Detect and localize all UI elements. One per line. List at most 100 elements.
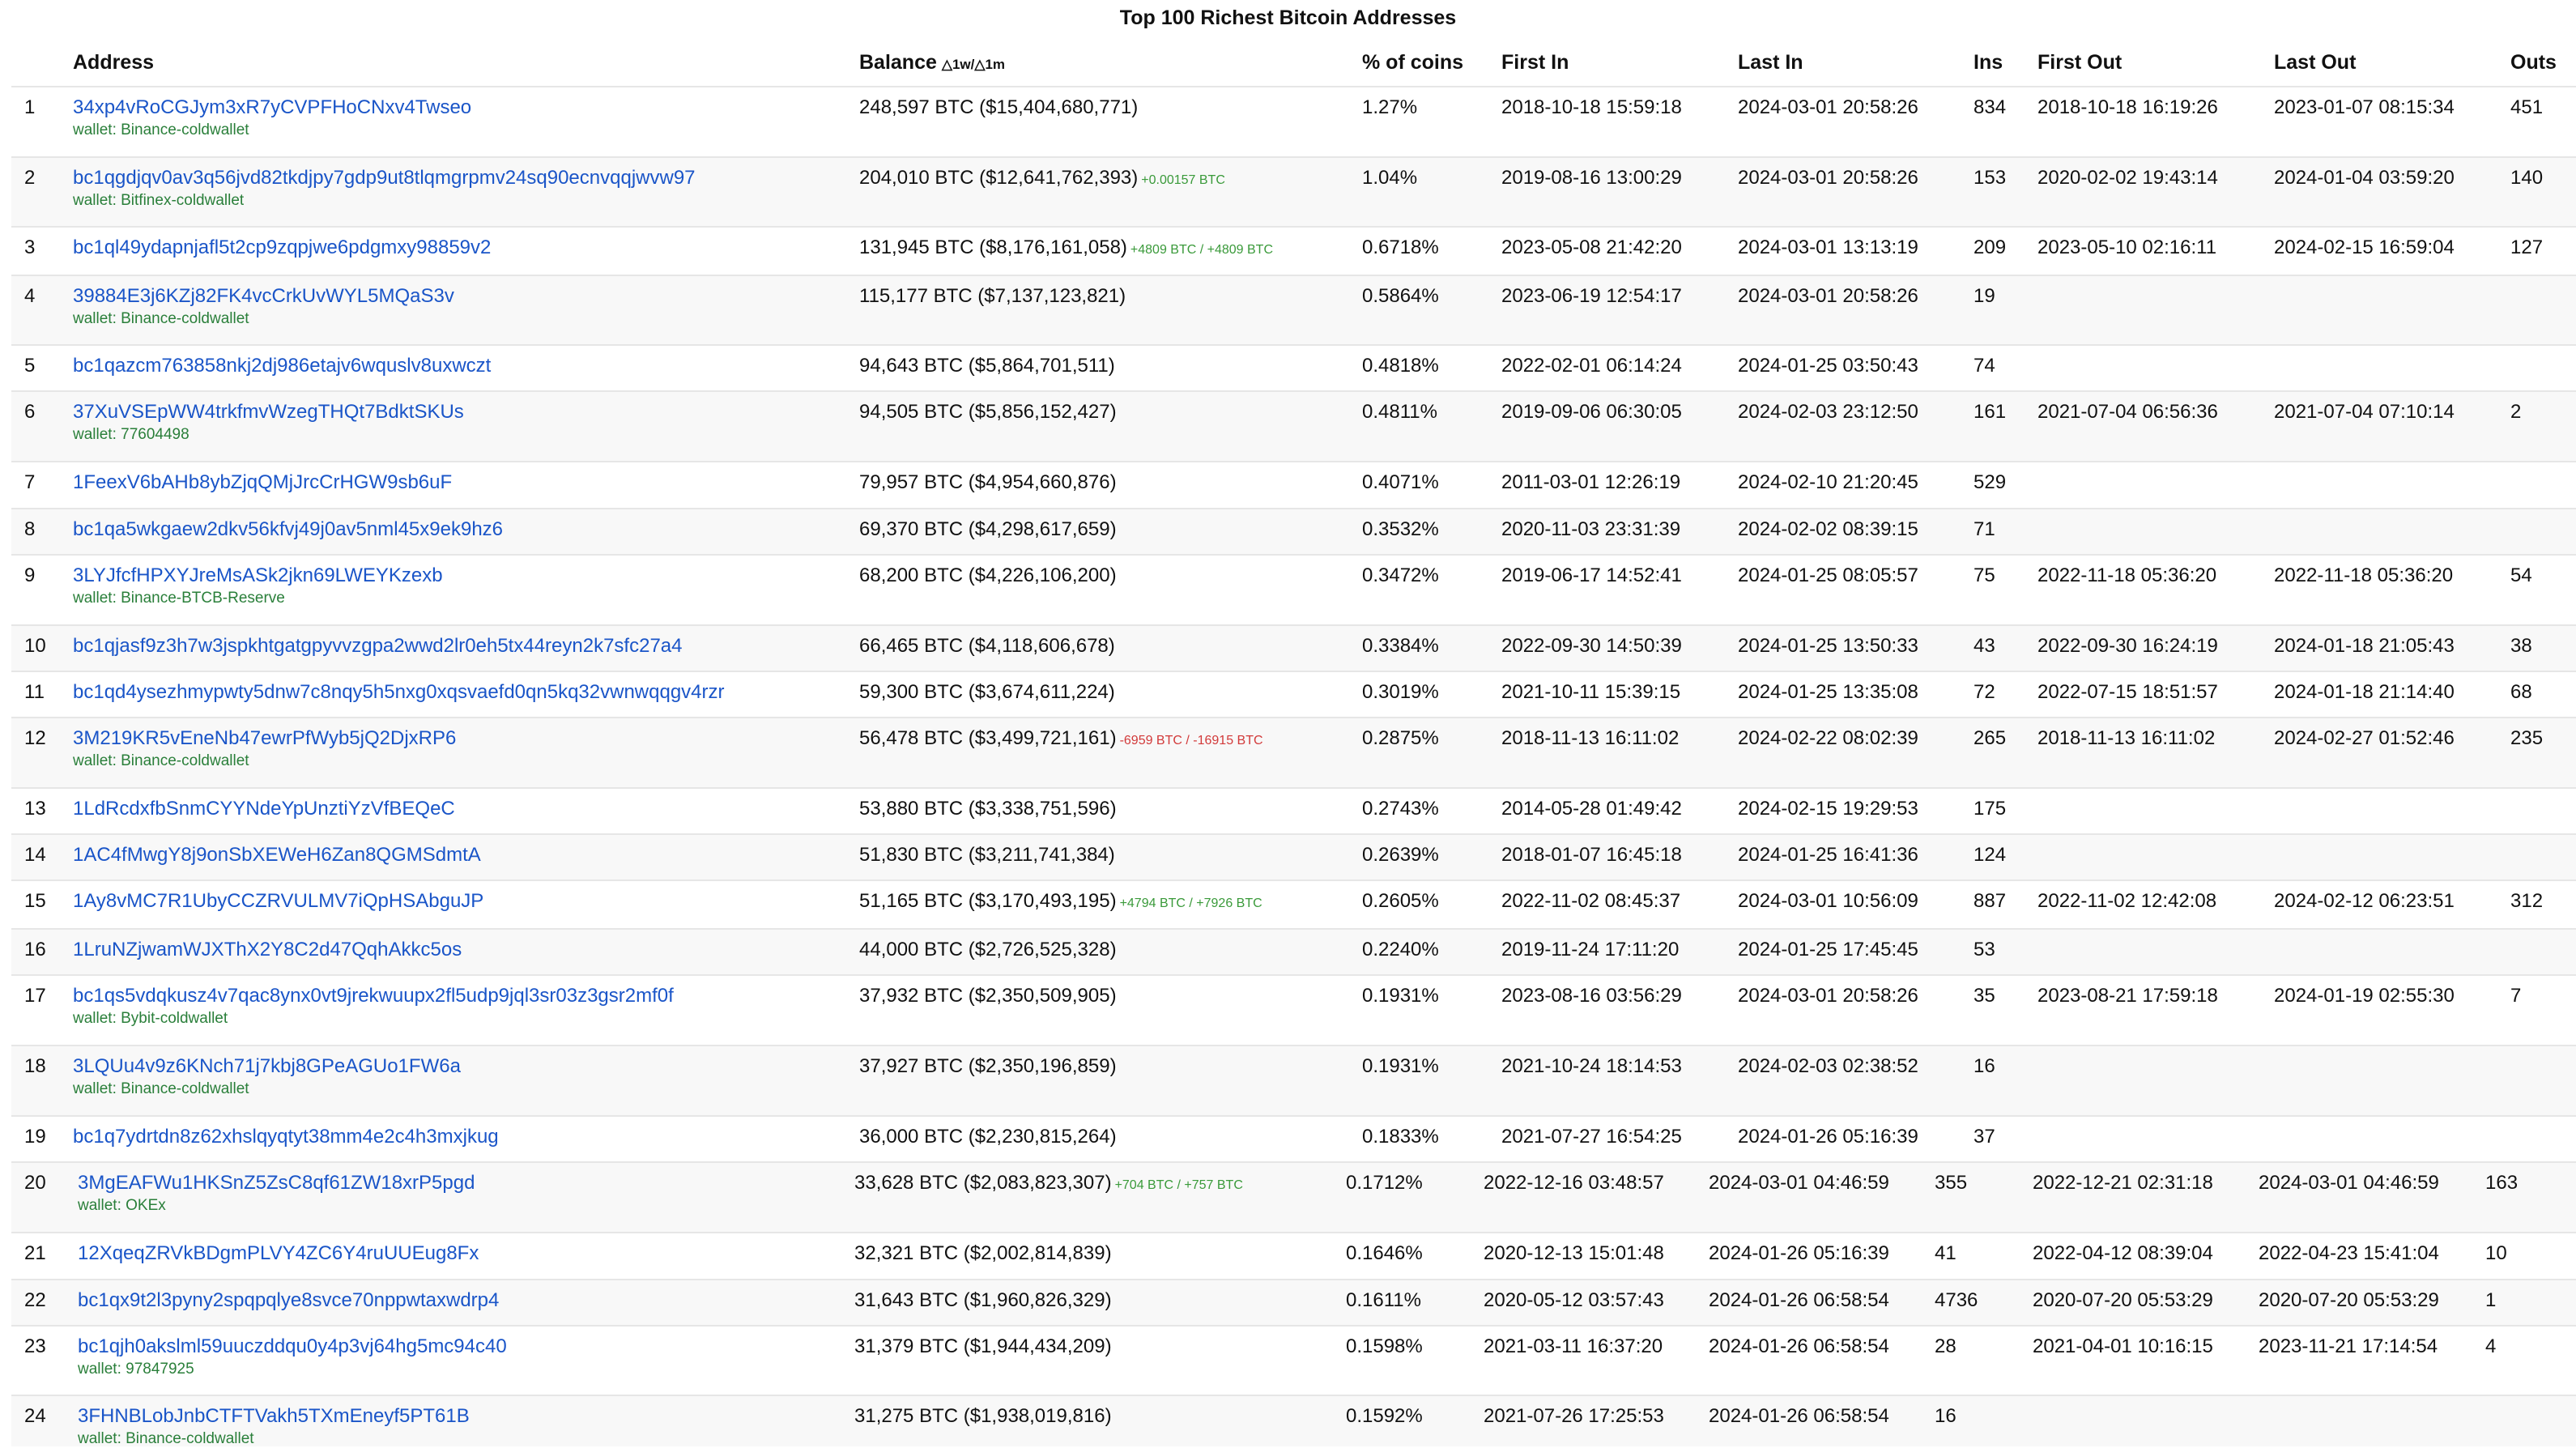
last-in-cell: 2024-02-10 21:20:45	[1738, 471, 1918, 493]
last-in-cell: 2024-01-26 05:16:39	[1709, 1242, 1889, 1264]
address-link[interactable]: bc1ql49ydapnjafl5t2cp9zqpjwe6pdgmxy98859…	[73, 236, 491, 260]
col-header-outs: Outs	[2510, 51, 2557, 74]
row-divider	[11, 156, 2576, 158]
last-out-cell: 2024-02-27 01:52:46	[2274, 727, 2455, 749]
first-in-cell: 2020-11-03 23:31:39	[1501, 518, 1681, 540]
address-link[interactable]: 3FHNBLobJnbCTFTVakh5TXmEneyf5PT61B	[78, 1404, 470, 1429]
last-in-cell: 2024-01-25 03:50:43	[1738, 355, 1918, 377]
rank-cell: 21	[24, 1242, 46, 1264]
first-in-cell: 2021-10-11 15:39:15	[1501, 681, 1681, 703]
rank-cell: 23	[24, 1335, 46, 1357]
balance-cell: 31,275 BTC ($1,938,019,816)	[854, 1404, 1112, 1429]
address-link[interactable]: 34xp4vRoCGJym3xR7yCVPFHoCNxv4Twseo	[73, 96, 471, 120]
col-header-last-in: Last In	[1738, 51, 1803, 74]
pct-cell: 0.3532%	[1362, 518, 1439, 540]
col-header-balance: Balance △1w/△1m	[859, 49, 1005, 84]
table-row: 21 12XqeqZRVkBDgmPLVY4ZC6Y4ruUUEug8Fx 32,3…	[11, 1232, 2576, 1279]
address-link[interactable]: 1Ay8vMC7R1UbyCCZRVULMV7iQpHSAbguJP	[73, 889, 483, 914]
first-in-cell: 2020-05-12 03:57:43	[1484, 1289, 1664, 1311]
pct-cell: 0.5864%	[1362, 285, 1439, 307]
ins-cell: 887	[1974, 890, 2007, 912]
pct-cell: 0.2743%	[1362, 798, 1439, 820]
address-link[interactable]: bc1qs5vdqkusz4v7qac8ynx0vt9jrekwuupx2fl5…	[73, 984, 674, 1008]
rank-cell: 4	[24, 285, 36, 307]
rank-cell: 22	[24, 1289, 46, 1311]
address-link[interactable]: bc1qa5wkgaew2dkv56kfvj49j0av5nml45x9ek9h…	[73, 517, 503, 542]
balance-cell: 59,300 BTC ($3,674,611,224)	[859, 680, 1115, 705]
row-divider	[11, 1279, 2576, 1280]
first-out-cell: 2022-09-30 16:24:19	[2037, 635, 2218, 657]
last-out-cell: 2024-02-15 16:59:04	[2274, 236, 2455, 258]
wallet-label: wallet: Binance-coldwallet	[73, 1080, 249, 1097]
table-row: 8 bc1qa5wkgaew2dkv56kfvj49j0av5nml45x9ek9…	[11, 508, 2576, 554]
balance-cell: 79,957 BTC ($4,954,660,876)	[859, 471, 1117, 495]
ins-cell: 43	[1974, 635, 1995, 657]
address-link[interactable]: 3MgEAFWu1HKSnZ5ZsC8qf61ZW18xrP5pgd	[78, 1171, 475, 1195]
last-out-cell: 2022-04-23 15:41:04	[2259, 1242, 2439, 1264]
last-in-cell: 2024-02-15 19:29:53	[1738, 798, 1918, 820]
balance-cell: 36,000 BTC ($2,230,815,264)	[859, 1125, 1117, 1149]
balance-cell: 44,000 BTC ($2,726,525,328)	[859, 938, 1117, 962]
balance-cell: 131,945 BTC ($8,176,161,058) +4809 BTC / …	[859, 236, 1273, 262]
col-header-first-in: First In	[1501, 51, 1569, 74]
ins-cell: 161	[1974, 401, 2007, 423]
address-link[interactable]: 1LdRcdxfbSnmCYYNdeYpUnztiYzVfBEQeC	[73, 797, 455, 821]
page: Top 100 Richest Bitcoin Addresses Addres…	[0, 0, 2576, 1447]
ins-cell: 16	[1974, 1055, 1995, 1077]
table-row: 4 39884E3j6KZj82FK4vcCrkUvWYL5MQaS3v walle…	[11, 275, 2576, 344]
address-link[interactable]: bc1qgdjqv0av3q56jvd82tkdjpy7gdp9ut8tlqmg…	[73, 166, 696, 190]
table-row: 12 3M219KR5vEneNb47ewrPfWyb5jQ2DjxRP6 wall…	[11, 717, 2576, 787]
balance-cell: 248,597 BTC ($15,404,680,771)	[859, 96, 1138, 120]
rank-cell: 12	[24, 727, 46, 749]
rank-cell: 10	[24, 635, 46, 657]
balance-value: 44,000 BTC ($2,726,525,328)	[859, 939, 1117, 960]
wallet-label: wallet: 97847925	[78, 1361, 194, 1378]
address-link[interactable]: bc1qjh0akslml59uuczddqu0y4p3vj64hg5mc94c…	[78, 1335, 507, 1359]
balance-value: 248,597 BTC ($15,404,680,771)	[859, 96, 1139, 118]
balance-value: 66,465 BTC ($4,118,606,678)	[859, 635, 1115, 657]
pct-cell: 0.1592%	[1346, 1405, 1423, 1427]
table-row: 10 bc1qjasf9z3h7w3jspkhtgatgpyvvzgpa2wwd2…	[11, 624, 2576, 671]
balance-cell: 31,643 BTC ($1,960,826,329)	[854, 1288, 1112, 1313]
col-header-balance-label: Balance	[859, 51, 937, 74]
address-link[interactable]: bc1qjasf9z3h7w3jspkhtgatgpyvvzgpa2wwd2lr…	[73, 634, 682, 658]
table-row: 16 1LruNZjwamWJXThX2Y8C2d47QqhAkkc5os 44,0…	[11, 928, 2576, 974]
balance-value: 37,927 BTC ($2,350,196,859)	[859, 1055, 1117, 1077]
first-in-cell: 2018-11-13 16:11:02	[1501, 727, 1680, 749]
rank-cell: 19	[24, 1126, 46, 1148]
balance-cell: 33,628 BTC ($2,083,823,307) +704 BTC / +7…	[854, 1171, 1243, 1198]
address-link[interactable]: 1LruNZjwamWJXThX2Y8C2d47QqhAkkc5os	[73, 938, 462, 962]
outs-cell: 163	[2485, 1172, 2519, 1194]
address-link[interactable]: bc1qx9t2l3pyny2spqpqlye8svce70nppwtaxwdr…	[78, 1288, 499, 1313]
col-header-balance-delta: △1w/△1m	[941, 57, 1006, 72]
address-link[interactable]: 3M219KR5vEneNb47ewrPfWyb5jQ2DjxRP6	[73, 726, 456, 751]
first-in-cell: 2019-08-16 13:00:29	[1501, 167, 1682, 189]
address-link[interactable]: bc1qd4ysezhmypwty5dnw7c8nqy5h5nxg0xqsvae…	[73, 680, 725, 705]
balance-delta: +4809 BTC / +4809 BTC	[1130, 243, 1274, 257]
row-divider	[11, 1161, 2576, 1163]
address-link[interactable]: 1FeexV6bAHb8ybZjqQMjJrcCrHGW9sb6uF	[73, 471, 452, 495]
last-in-cell: 2024-01-26 06:58:54	[1709, 1335, 1889, 1357]
last-in-cell: 2024-03-01 20:58:26	[1738, 167, 1918, 189]
balance-cell: 66,465 BTC ($4,118,606,678)	[859, 634, 1115, 658]
first-in-cell: 2020-12-13 15:01:48	[1484, 1242, 1664, 1264]
outs-cell: 10	[2485, 1242, 2507, 1264]
ins-cell: 4736	[1935, 1289, 1978, 1311]
balance-cell: 51,830 BTC ($3,211,741,384)	[859, 843, 1115, 867]
address-link[interactable]: 3LQUu4v9z6KNch71j7kbj8GPeAGUo1FW6a	[73, 1054, 461, 1079]
rank-cell: 14	[24, 844, 46, 866]
address-link[interactable]: 1AC4fMwgY8j9onSbXEWeH6Zan8QGMSdmtA	[73, 843, 481, 867]
row-divider	[11, 624, 2576, 626]
address-link[interactable]: 3LYJfcfHPXYJreMsASk2jkn69LWEYKzexb	[73, 564, 443, 588]
last-out-cell: 2024-01-18 21:05:43	[2274, 635, 2455, 657]
ins-cell: 75	[1974, 564, 1995, 586]
address-link[interactable]: bc1q7ydrtdn8z62xhslqyqtyt38mm4e2c4h3mxjk…	[73, 1125, 499, 1149]
address-link[interactable]: 39884E3j6KZj82FK4vcCrkUvWYL5MQaS3v	[73, 284, 454, 309]
ins-cell: 834	[1974, 96, 2007, 118]
address-link[interactable]: 37XuVSEpWW4trkfmvWzegTHQt7BdktSKUs	[73, 400, 464, 424]
last-in-cell: 2024-02-03 23:12:50	[1738, 401, 1918, 423]
address-link[interactable]: bc1qazcm763858nkj2dj986etajv6wquslv8uxwc…	[73, 354, 491, 378]
address-link[interactable]: 12XqeqZRVkBDgmPLVY4ZC6Y4ruUUEug8Fx	[78, 1241, 479, 1266]
outs-cell: 140	[2510, 167, 2544, 189]
row-divider	[11, 1115, 2576, 1117]
